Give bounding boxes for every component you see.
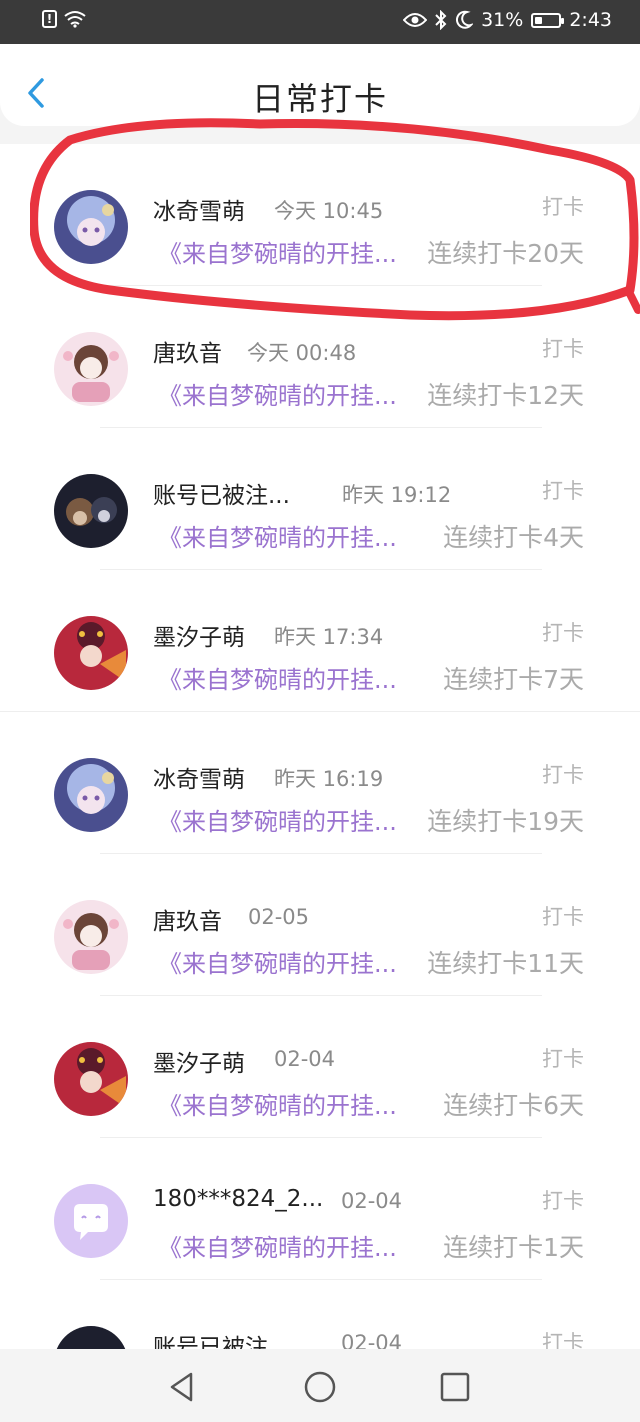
avatar-dark-boy-icon: [54, 474, 128, 548]
clock: 2:43: [569, 9, 612, 31]
avatar-red-opera-icon: [54, 616, 128, 690]
timestamp: 昨天 19:12: [342, 483, 452, 507]
list-item[interactable]: 墨汐子萌 02-04 打卡 《来自梦碗晴的开挂... 连续打卡6天: [0, 996, 640, 1138]
user-name: 唐玖音: [153, 341, 222, 367]
source-link[interactable]: 《来自梦碗晴的开挂...: [158, 1086, 397, 1121]
checkin-label: 打卡: [542, 905, 584, 929]
status-bar: ! 31% 2:43: [0, 0, 640, 44]
source-link[interactable]: 《来自梦碗晴的开挂...: [158, 802, 397, 837]
sim-alert-icon: !: [42, 10, 57, 28]
timestamp: 02-04: [274, 1047, 336, 1071]
list-item[interactable]: 唐玖音 02-05 打卡 《来自梦碗晴的开挂... 连续打卡11天: [0, 854, 640, 996]
user-name: 账号已被注...: [153, 1335, 290, 1349]
source-link[interactable]: 《来自梦碗晴的开挂...: [158, 518, 397, 553]
avatar[interactable]: [54, 758, 128, 832]
streak-count: 连续打卡1天: [443, 1233, 584, 1262]
checkin-label: 打卡: [542, 1189, 584, 1213]
bluetooth-icon: [435, 10, 447, 30]
avatar[interactable]: [54, 1042, 128, 1116]
checkin-label: 打卡: [542, 621, 584, 645]
timestamp: 02-04: [341, 1189, 403, 1213]
default-chat-avatar-icon: [54, 1184, 128, 1258]
user-name: 唐玖音: [153, 909, 222, 935]
streak-count: 连续打卡12天: [427, 381, 584, 410]
avatar[interactable]: [54, 332, 128, 406]
nav-home-button[interactable]: [302, 1369, 338, 1405]
user-name: 账号已被注...: [153, 483, 290, 509]
user-name: 180***824_2...: [153, 1186, 324, 1212]
streak-count: 连续打卡6天: [443, 1091, 584, 1120]
avatar[interactable]: [54, 1184, 128, 1258]
streak-count: 连续打卡11天: [427, 949, 584, 978]
source-link[interactable]: 《来自梦碗晴的开挂...: [158, 1228, 397, 1263]
avatar[interactable]: [54, 474, 128, 548]
avatar[interactable]: [54, 900, 128, 974]
timestamp: 今天 00:48: [247, 341, 357, 365]
checkin-label: 打卡: [542, 479, 584, 503]
avatar-blue-girl-icon: [54, 758, 128, 832]
source-link[interactable]: 《来自梦碗晴的开挂...: [158, 944, 397, 979]
checkin-label: 打卡: [542, 337, 584, 361]
checkin-label: 打卡: [542, 763, 584, 787]
system-nav-bar: [0, 1349, 640, 1422]
user-name: 墨汐子萌: [153, 625, 245, 651]
list-item[interactable]: 墨汐子萌 昨天 17:34 打卡 《来自梦碗晴的开挂... 连续打卡7天: [0, 570, 640, 712]
red-highlight-annotation: [30, 118, 640, 321]
nav-recents-button[interactable]: [437, 1369, 473, 1405]
timestamp: 昨天 16:19: [274, 767, 384, 791]
streak-count: 连续打卡19天: [427, 807, 584, 836]
avatar-red-opera-icon: [54, 1042, 128, 1116]
timestamp: 02-04: [341, 1331, 403, 1349]
timestamp: 昨天 17:34: [274, 625, 384, 649]
timestamp: 02-05: [248, 905, 310, 929]
battery-percent: 31%: [481, 9, 524, 31]
eye-comfort-icon: [403, 13, 428, 27]
source-link[interactable]: 《来自梦碗晴的开挂...: [158, 660, 397, 695]
user-name: 冰奇雪萌: [153, 767, 245, 793]
avatar[interactable]: [54, 616, 128, 690]
source-link[interactable]: 《来自梦碗晴的开挂...: [158, 376, 397, 411]
checkin-label: 打卡: [542, 1047, 584, 1071]
list-item[interactable]: 冰奇雪萌 昨天 16:19 打卡 《来自梦碗晴的开挂... 连续打卡19天: [0, 712, 640, 854]
wifi-icon: [64, 11, 86, 28]
checkin-label: 打卡: [542, 1331, 584, 1349]
avatar-dark-boy-icon: [54, 1326, 128, 1349]
battery-icon: [531, 12, 565, 28]
user-name: 墨汐子萌: [153, 1051, 245, 1077]
moon-icon: [456, 10, 474, 29]
avatar-pink-girl-icon: [54, 332, 128, 406]
nav-back-button[interactable]: [164, 1369, 200, 1405]
list-item[interactable]: 账号已被注... 02-04 打卡: [0, 1280, 640, 1349]
list-item[interactable]: 180***824_2... 02-04 打卡 《来自梦碗晴的开挂... 连续打…: [0, 1138, 640, 1280]
avatar[interactable]: [54, 1326, 128, 1349]
streak-count: 连续打卡7天: [443, 665, 584, 694]
streak-count: 连续打卡4天: [443, 523, 584, 552]
avatar-pink-girl-icon: [54, 900, 128, 974]
list-item[interactable]: 账号已被注... 昨天 19:12 打卡 《来自梦碗晴的开挂... 连续打卡4天: [0, 428, 640, 570]
